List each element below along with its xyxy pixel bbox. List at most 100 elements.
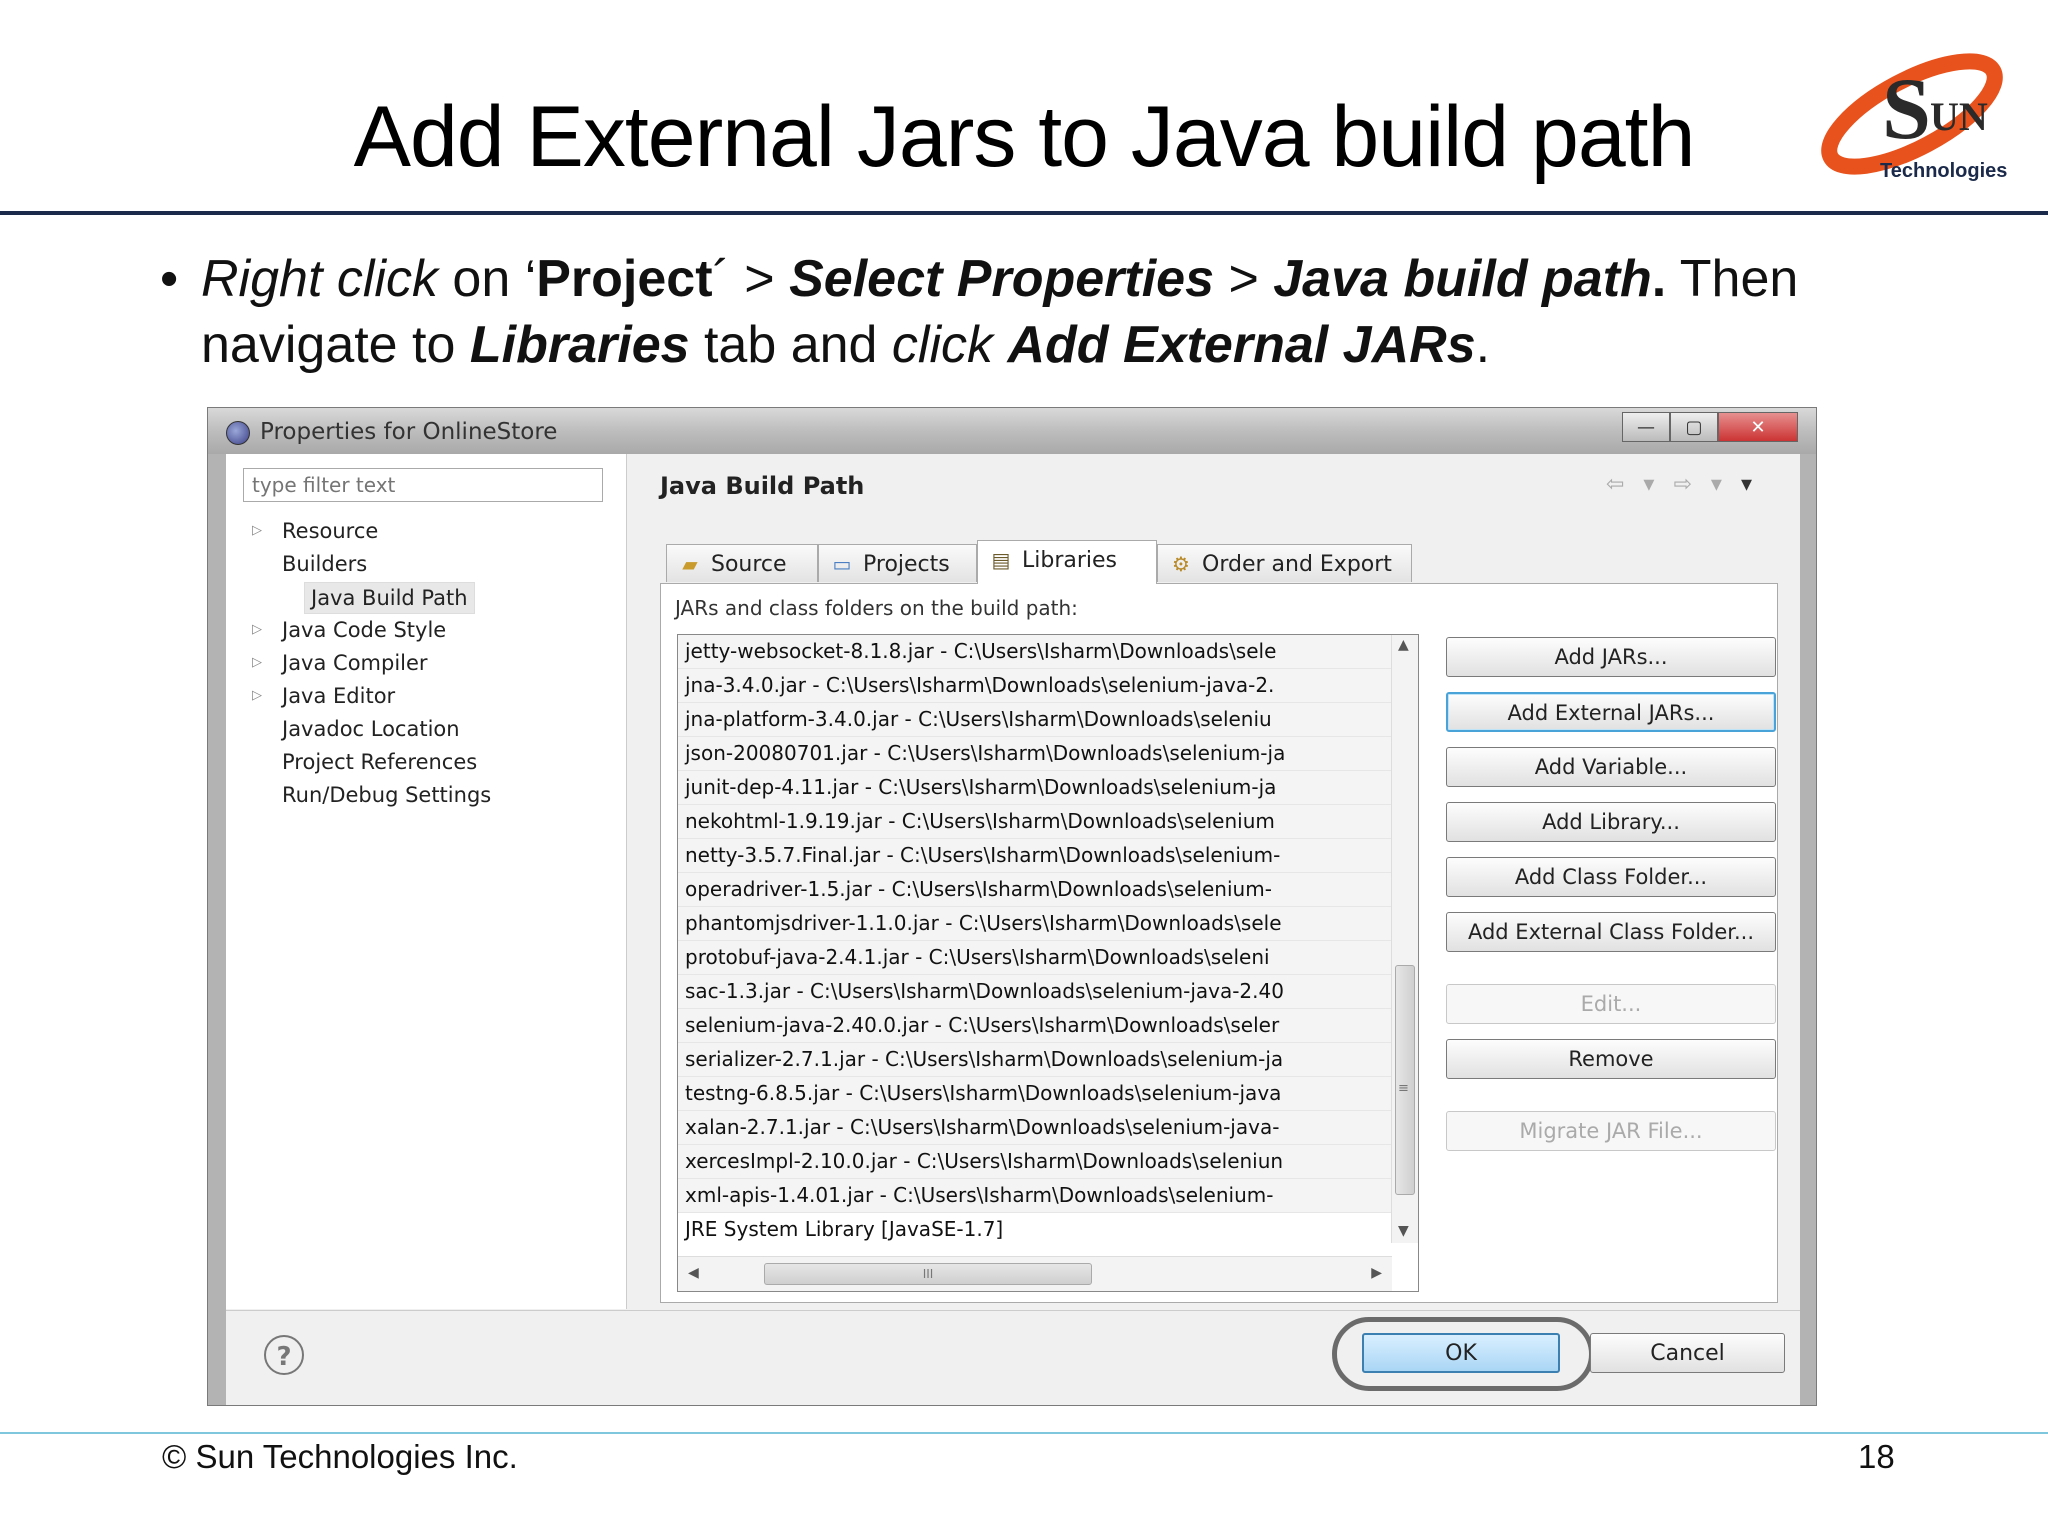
dialog-button-bar: ? OK Cancel [226, 1310, 1800, 1405]
help-icon[interactable]: ? [264, 1335, 304, 1375]
vertical-scroll-thumb[interactable] [1395, 965, 1415, 1195]
scroll-down-icon[interactable]: ▼ [1398, 1223, 1409, 1239]
jar-item-operadriver[interactable]: operadriver-1.5.jar - C:\Users\Isharm\Do… [678, 873, 1392, 907]
scroll-up-icon[interactable]: ▲ [1398, 637, 1409, 653]
scroll-grip-icon: ≡ [1398, 1081, 1409, 1096]
nav-item-run-debug-settings[interactable]: Run/Debug Settings [276, 780, 497, 810]
dialog-titlebar[interactable]: Properties for OnlineStore — ▢ ✕ [208, 408, 1816, 454]
jar-item-protobuf-java[interactable]: protobuf-java-2.4.1.jar - C:\Users\Ishar… [678, 941, 1392, 975]
project-icon: ▭ [832, 552, 852, 576]
nav-item-builders[interactable]: Builders [276, 549, 373, 579]
title-divider [0, 211, 2048, 215]
slide-title: Add External Jars to Java build path [353, 89, 1696, 185]
tab-order-and-export[interactable]: ⚙ Order and Export [1157, 544, 1412, 582]
text-on: on ‘ [437, 250, 537, 308]
nav-item-java-editor[interactable]: ▷ Java Editor [252, 681, 401, 711]
jar-item-xml-apis[interactable]: xml-apis-1.4.01.jar - C:\Users\Isharm\Do… [678, 1179, 1392, 1213]
add-jars-button[interactable]: Add JARs... [1446, 637, 1776, 677]
expand-arrow-icon[interactable]: ▷ [252, 648, 262, 678]
nav-item-label: Java Build Path [311, 586, 468, 610]
view-menu-icon[interactable]: ▾ [1741, 472, 1758, 497]
emphasis-click: click [891, 316, 994, 374]
jar-item-jre-system-library[interactable]: JRE System Library [JavaSE-1.7] [678, 1213, 1392, 1243]
jar-item-testng[interactable]: testng-6.8.5.jar - C:\Users\Isharm\Downl… [678, 1077, 1392, 1111]
nav-item-resource[interactable]: ▷ Resource [252, 516, 384, 546]
nav-item-project-references[interactable]: Project References [276, 747, 483, 777]
emphasis-add-external-jars: Add External JARs [1007, 316, 1476, 374]
nav-item-java-compiler[interactable]: ▷ Java Compiler [252, 648, 434, 678]
tab-projects[interactable]: ▭ Projects [818, 544, 977, 582]
jar-item-netty[interactable]: netty-3.5.7.Final.jar - C:\Users\Isharm\… [678, 839, 1392, 873]
remove-button[interactable]: Remove [1446, 1039, 1776, 1079]
emphasis-select-properties: Select Properties [789, 250, 1214, 308]
edit-button[interactable]: Edit... [1446, 984, 1776, 1024]
jar-item-jna[interactable]: jna-3.4.0.jar - C:\Users\Isharm\Download… [678, 669, 1392, 703]
scroll-left-icon[interactable]: ◀ [688, 1265, 699, 1281]
jar-item-phantomjsdriver[interactable]: phantomjsdriver-1.1.0.jar - C:\Users\Ish… [678, 907, 1392, 941]
jar-item-xercesimpl[interactable]: xercesImpl-2.10.0.jar - C:\Users\Isharm\… [678, 1145, 1392, 1179]
nav-item-java-code-style[interactable]: ▷ Java Code Style [252, 615, 452, 645]
back-arrow-icon[interactable]: ⇦ ▾ [1606, 472, 1660, 497]
tab-source[interactable]: ▰ Source [666, 544, 818, 582]
jar-item-selenium-java[interactable]: selenium-java-2.40.0.jar - C:\Users\Isha… [678, 1009, 1392, 1043]
order-export-icon: ⚙ [1172, 552, 1190, 576]
nav-item-java-build-path[interactable]: Java Build Path [304, 582, 475, 614]
text-end-period: . [1475, 316, 1491, 374]
tab-label: Order and Export [1202, 552, 1392, 577]
nav-item-label: Resource [282, 519, 379, 543]
nav-item-label: Java Editor [282, 684, 396, 708]
nav-item-label: Run/Debug Settings [282, 783, 492, 807]
jar-item-serializer[interactable]: serializer-2.7.1.jar - C:\Users\Isharm\D… [678, 1043, 1392, 1077]
tab-label: Source [711, 552, 787, 577]
expand-arrow-icon[interactable]: ▷ [252, 516, 262, 546]
window-frame-right [1800, 454, 1816, 1405]
section-title: Java Build Path [660, 472, 865, 500]
nav-item-label: Java Code Style [282, 618, 447, 642]
eclipse-icon [226, 421, 250, 445]
ok-button[interactable]: OK [1362, 1333, 1560, 1373]
migrate-jar-file-button[interactable]: Migrate JAR File... [1446, 1111, 1776, 1151]
jar-item-xalan[interactable]: xalan-2.7.1.jar - C:\Users\Isharm\Downlo… [678, 1111, 1392, 1145]
tab-libraries[interactable]: ▤ Libraries [977, 540, 1157, 584]
emphasis-libraries: Libraries [469, 316, 690, 374]
add-class-folder-button[interactable]: Add Class Folder... [1446, 857, 1776, 897]
page-number: 18 [1858, 1438, 1895, 1475]
history-navigation: ⇦ ▾ ⇨ ▾ ▾ [1606, 472, 1758, 497]
add-external-jars-button[interactable]: Add External JARs... [1446, 692, 1776, 732]
horizontal-scrollbar[interactable]: ◀ III ▶ [678, 1256, 1392, 1291]
nav-item-label: Builders [282, 552, 368, 576]
jar-item-junit-dep[interactable]: junit-dep-4.11.jar - C:\Users\Isharm\Dow… [678, 771, 1392, 805]
jar-item-jna-platform[interactable]: jna-platform-3.4.0.jar - C:\Users\Isharm… [678, 703, 1392, 737]
maximize-button[interactable]: ▢ [1670, 412, 1718, 442]
horizontal-scroll-thumb[interactable]: III [764, 1263, 1092, 1285]
jar-list[interactable]: jetty-websocket-8.1.8.jar - C:\Users\Ish… [677, 634, 1419, 1292]
vertical-scrollbar[interactable]: ▲ ≡ ▼ [1391, 635, 1418, 1243]
cancel-button[interactable]: Cancel [1590, 1333, 1785, 1373]
nav-item-label: Javadoc Location [282, 717, 460, 741]
add-external-class-folder-button[interactable]: Add External Class Folder... [1446, 912, 1776, 952]
window-frame-left [208, 454, 226, 1405]
jar-item-nekohtml[interactable]: nekohtml-1.9.19.jar - C:\Users\Isharm\Do… [678, 805, 1392, 839]
jar-item-sac[interactable]: sac-1.3.jar - C:\Users\Isharm\Downloads\… [678, 975, 1392, 1009]
folder-icon: ▰ [682, 552, 698, 576]
jar-item-jetty-websocket[interactable]: jetty-websocket-8.1.8.jar - C:\Users\Ish… [678, 635, 1392, 669]
property-nav-pane: ▷ Resource Builders Java Build Path ▷ Java… [226, 454, 627, 1309]
minimize-button[interactable]: — [1622, 412, 1670, 442]
scroll-right-icon[interactable]: ▶ [1371, 1265, 1382, 1281]
nav-item-label: Java Compiler [282, 651, 428, 675]
emphasis-java-build-path: Java build path [1273, 250, 1652, 308]
expand-arrow-icon[interactable]: ▷ [252, 615, 262, 645]
jar-item-json[interactable]: json-20080701.jar - C:\Users\Isharm\Down… [678, 737, 1392, 771]
svg-text:S: S [1882, 61, 1931, 158]
nav-item-javadoc-location[interactable]: Javadoc Location [276, 714, 466, 744]
text-separator-1: ´ > [712, 250, 790, 308]
forward-arrow-icon[interactable]: ⇨ ▾ [1673, 472, 1727, 497]
close-button[interactable]: ✕ [1718, 412, 1798, 442]
text-separator-2: > [1214, 250, 1274, 308]
filter-input[interactable] [243, 468, 603, 502]
footer-copyright: © Sun Technologies Inc. [162, 1438, 518, 1475]
add-library-button[interactable]: Add Library... [1446, 802, 1776, 842]
text-space [993, 316, 1007, 374]
add-variable-button[interactable]: Add Variable... [1446, 747, 1776, 787]
expand-arrow-icon[interactable]: ▷ [252, 681, 262, 711]
